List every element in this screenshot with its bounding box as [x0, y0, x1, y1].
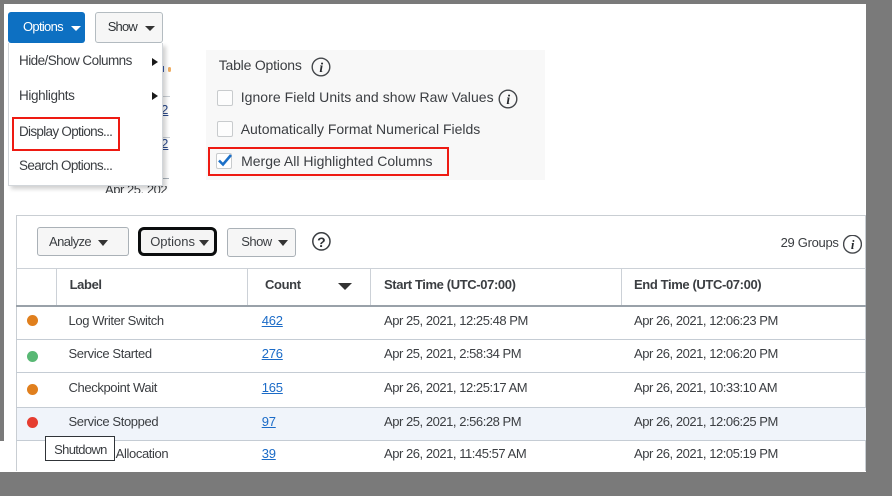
- svg-text:?: ?: [317, 234, 326, 250]
- svg-text:i: i: [850, 238, 854, 252]
- svg-text:i: i: [506, 92, 510, 107]
- svg-text:i: i: [319, 60, 323, 75]
